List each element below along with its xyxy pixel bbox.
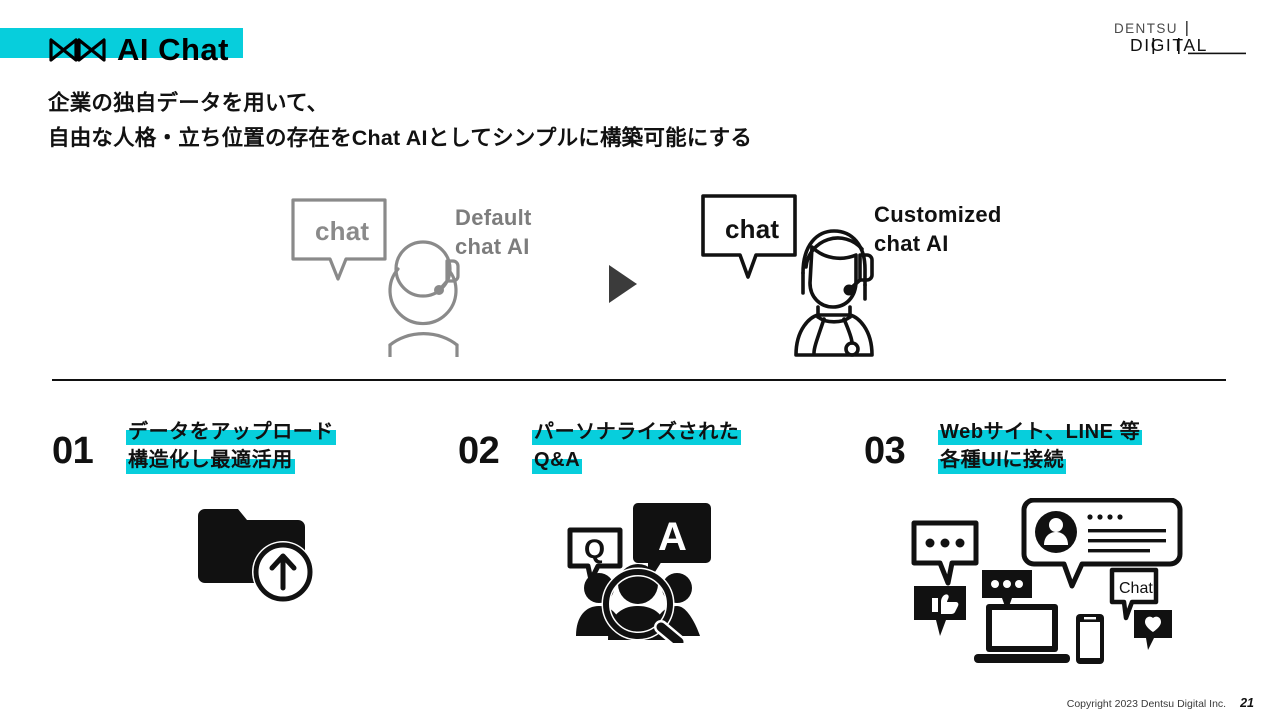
- brand-divider-right: [1178, 38, 1180, 54]
- customized-chat-ai-figure: chat: [701, 194, 874, 357]
- step-01-line-2: 構造化し最適活用: [126, 446, 295, 475]
- thumbs-up-bubble: [914, 586, 966, 636]
- dentsu-digital-logo: DENTSU DIGITAL: [1114, 21, 1246, 55]
- step-02-line-1: パーソナライズされた: [532, 418, 742, 446]
- default-body-sides: [388, 343, 459, 357]
- answer-bubble-text: A: [658, 515, 687, 559]
- customized-label-line-1: Customized: [874, 202, 1002, 227]
- step-02-number: 02: [458, 430, 500, 472]
- customized-headset-band: [804, 236, 864, 269]
- ellipsis-bubble-left: [911, 520, 979, 586]
- default-shoulders: [388, 332, 459, 347]
- default-label-line-1: Default: [455, 205, 532, 230]
- step-01-number: 01: [52, 430, 94, 472]
- default-label-line-2: chat AI: [455, 234, 530, 260]
- default-bubble-text: chat: [315, 216, 369, 246]
- customized-chat-ai-label: Customized chat AI: [874, 200, 1002, 258]
- subtitle-line-2: 自由な人格・立ち位置の存在をChat AIとしてシンプルに構築可能にする: [48, 125, 753, 150]
- infinity-icon: [49, 37, 106, 62]
- laptop-icon: [974, 604, 1070, 663]
- step-01-line-1: データをアップロード: [126, 418, 336, 446]
- step-02-line-2: Q&A: [532, 446, 583, 475]
- customized-stethoscope-bell: [844, 341, 860, 357]
- customized-label-line-2: chat AI: [874, 231, 949, 257]
- play-triangle-icon: [609, 265, 637, 303]
- brand-underline: [1188, 52, 1246, 55]
- step-02-lines: パーソナライズされた Q&A: [532, 418, 742, 475]
- default-mic-tip: [434, 285, 444, 295]
- page-subtitle: 企業の独自データを用いて、 自由な人格・立ち位置の存在をChat AIとしてシン…: [48, 86, 752, 156]
- chat-bubble-text: Chat: [1119, 580, 1153, 597]
- multi-device-chat-icon: Chat: [911, 498, 1183, 664]
- slide-footer: Copyright 2023 Dentsu Digital Inc. 21: [1067, 696, 1254, 710]
- copyright-text: Copyright 2023 Dentsu Digital Inc.: [1066, 698, 1227, 710]
- brand-divider-mid: [1152, 38, 1155, 54]
- question-bubble-text: Q: [584, 534, 605, 564]
- product-logo-label: AI Chat: [117, 32, 229, 67]
- hero-illustration: chat Default chat AI chat Customized cha…: [0, 185, 1280, 357]
- subtitle-line-1: 企業の独自データを用いて、: [48, 91, 329, 115]
- default-chat-ai-label: Default chat AI: [455, 203, 532, 261]
- step-03-line-2: 各種UIに接続: [938, 446, 1067, 475]
- page-number: 21: [1240, 696, 1254, 710]
- step-03-number: 03: [864, 430, 906, 472]
- qa-people-search-icon: Q A: [567, 503, 711, 643]
- step-03-lines: Webサイト、LINE 等 各種UIに接続: [938, 418, 1143, 475]
- brand-line-2: DIGITAL: [1130, 35, 1208, 55]
- customized-bubble-text: chat: [725, 214, 779, 244]
- brand-divider-top: [1186, 21, 1188, 36]
- section-divider: [52, 379, 1226, 381]
- product-logo-text: AI Chat: [48, 34, 229, 65]
- phone-icon: [1076, 614, 1104, 664]
- slide-root: AI Chat DENTSU DIGITAL 企業の独自データを用いて、 自由な…: [0, 0, 1280, 720]
- brand-line-1: DENTSU: [1114, 21, 1178, 36]
- customized-mic-tip: [843, 284, 855, 296]
- folder-upload-icon: [198, 509, 314, 603]
- step-01-lines: データをアップロード 構造化し最適活用: [126, 418, 336, 475]
- customized-face: [808, 245, 858, 309]
- step-03-line-1: Webサイト、LINE 等: [938, 418, 1143, 446]
